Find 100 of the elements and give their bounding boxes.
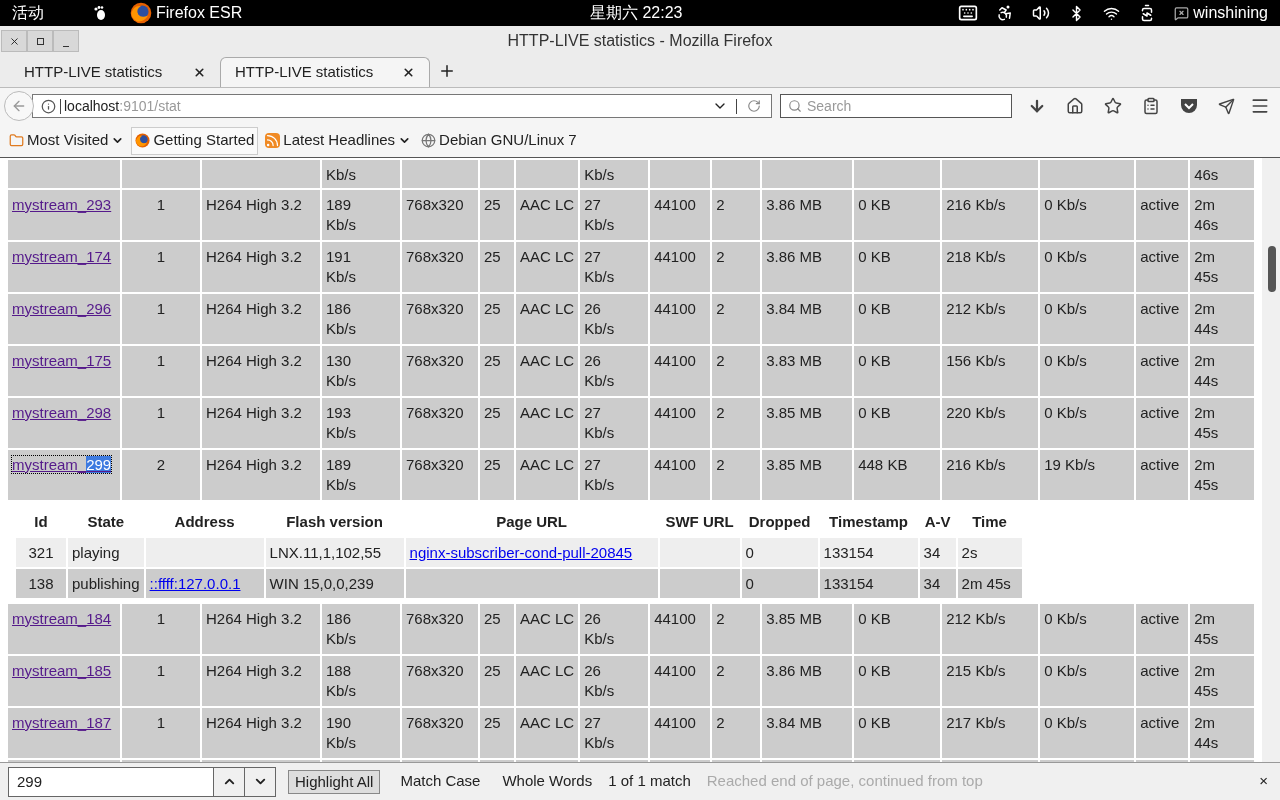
table-cell-text: 2: [716, 403, 726, 423]
close-tab-icon[interactable]: [193, 65, 206, 79]
previous-button[interactable]: [214, 766, 245, 797]
table-cell-text: 25: [484, 661, 502, 681]
table-cell-text: 768x320: [406, 661, 465, 681]
find-field[interactable]: 299: [8, 766, 214, 797]
table-cell-text: active: [1140, 661, 1181, 681]
table-cell-text: 768x320: [406, 247, 465, 267]
table-cell: 191 Kb/s: [326, 247, 356, 287]
close-tab-icon[interactable]: [402, 66, 415, 79]
browser-tab[interactable]: HTTP-LIVE statistics: [220, 57, 430, 87]
maximize-button[interactable]: [27, 30, 53, 52]
bookmark-star-icon[interactable]: [1104, 97, 1122, 115]
column-header: SWF URL: [665, 513, 734, 530]
find-status: Reached end of page, continued from top: [706, 771, 983, 792]
search-field[interactable]: Search: [780, 94, 1012, 118]
table-cell-text: 2: [716, 609, 726, 629]
match-case-button[interactable]: Match Case: [392, 770, 489, 793]
table-cell-text: H264 High 3.2: [206, 195, 303, 215]
home-icon[interactable]: [1066, 97, 1084, 115]
table-cell-text: 0 Kb/s: [1044, 609, 1088, 629]
column-header: State: [87, 513, 125, 530]
whole-words-button[interactable]: Whole Words: [494, 770, 601, 793]
table-cell: AAC LC: [520, 403, 575, 423]
new-tab-icon[interactable]: [438, 62, 456, 80]
next-button[interactable]: [245, 766, 276, 797]
user-name[interactable]: winshining: [1193, 1, 1268, 25]
volume-icon[interactable]: [1032, 4, 1051, 22]
globe-icon: [421, 133, 437, 148]
table-cell: 2m 44s: [1194, 299, 1219, 339]
table-cell-text: 216 Kb/s: [946, 455, 1007, 475]
table-cell: 2m 46s: [1194, 195, 1219, 235]
table-cell-text: H264 High 3.2: [206, 351, 303, 371]
table-cell-text: 1: [155, 609, 167, 629]
client-link[interactable]: ::ffff:127.0.0.1: [149, 574, 241, 592]
table-cell: 130 Kb/s: [326, 351, 356, 391]
send-icon[interactable]: [1218, 97, 1235, 115]
table-cell-text: 0 KB: [858, 609, 892, 629]
table-cell-text: 44100: [654, 609, 697, 629]
clock[interactable]: 星期六 22:23: [590, 1, 683, 25]
table-cell: 2m 45s: [961, 574, 1011, 592]
table-cell-text: 1: [155, 247, 167, 267]
reload-icon[interactable]: [747, 99, 761, 113]
table-cell: 2m 45s: [1194, 609, 1219, 649]
shield-icon[interactable]: [1180, 98, 1198, 114]
table-cell-text: 0 Kb/s: [1044, 247, 1088, 267]
bookmark-item[interactable]: Debian GNU/Linux 7: [418, 126, 580, 155]
table-cell: 27 Kb/s: [584, 247, 615, 287]
scrollbar[interactable]: [1262, 158, 1280, 762]
table-cell: 133154: [823, 543, 874, 561]
table-cell-text: 44100: [654, 661, 697, 681]
table-cell: 2m 45s: [1194, 247, 1219, 287]
table-cell: 27 Kb/s: [584, 713, 615, 753]
column-header: Dropped: [748, 513, 811, 530]
highlight-all-button[interactable]: Highlight All: [288, 769, 381, 794]
table-cell-text: 25: [484, 713, 502, 733]
table-cell-text: 3.85 MB: [766, 455, 824, 475]
table-cell: publishing: [72, 574, 140, 592]
table-cell-text: 2: [716, 195, 726, 215]
table-cell: 2m 44s: [1194, 351, 1219, 391]
table-cell-text: 44100: [654, 299, 697, 319]
table-cell: 188 Kb/s: [326, 661, 356, 701]
table-cell-text: 768x320: [406, 403, 465, 423]
table-cell-text: 19 Kb/s: [1044, 455, 1097, 475]
table-cell-text: 25: [484, 247, 502, 267]
info-icon[interactable]: [41, 98, 56, 114]
table-cell-text: 212 Kb/s: [946, 609, 1007, 629]
table-cell: AAC LC: [520, 351, 575, 371]
table-cell-text: 25: [484, 403, 502, 423]
keyboard-icon[interactable]: [958, 3, 979, 23]
table-cell: AAC LC: [520, 299, 575, 319]
table-cell: 2s: [961, 543, 978, 561]
table-cell-text: 44100: [654, 403, 697, 423]
table-cell: 26 Kb/s: [584, 609, 615, 649]
download-icon[interactable]: [1028, 97, 1046, 115]
table-cell-text: 0 KB: [858, 299, 892, 319]
table-cell-text: 217 Kb/s: [946, 713, 1007, 733]
close-icon: [8, 35, 20, 47]
client-link[interactable]: nginx-subscriber-cond-pull-20845: [409, 543, 633, 561]
table-cell: 0: [745, 574, 754, 592]
clipboard-icon[interactable]: [1142, 97, 1160, 115]
back-button[interactable]: [4, 91, 34, 121]
menu-icon[interactable]: [1250, 96, 1270, 116]
browser-tab[interactable]: HTTP-LIVE statistics: [10, 57, 220, 87]
table-cell-text: 2: [716, 713, 726, 733]
bookmark-item[interactable]: Most Visited: [6, 126, 128, 155]
table-cell: Kb/s: [326, 166, 356, 183]
app-name[interactable]: Firefox ESR: [156, 1, 243, 25]
table-cell: Kb/s: [584, 166, 615, 183]
chat-icon[interactable]: [1174, 5, 1190, 21]
bookmark-item[interactable]: Getting Started: [131, 126, 259, 155]
table-cell-text: H264 High 3.2: [206, 661, 303, 681]
bookmark-item[interactable]: Latest Headlines: [262, 126, 415, 155]
table-cell-text: 156 Kb/s: [946, 351, 1007, 371]
activities-button[interactable]: 活动: [12, 1, 44, 25]
column-header: Page URL: [496, 513, 567, 530]
table-cell-text: 0 KB: [858, 713, 892, 733]
address-field[interactable]: localhost:9101/stat: [32, 94, 772, 118]
table-cell-text: 2: [716, 247, 726, 267]
close-find-button[interactable]: ×: [1259, 770, 1268, 793]
